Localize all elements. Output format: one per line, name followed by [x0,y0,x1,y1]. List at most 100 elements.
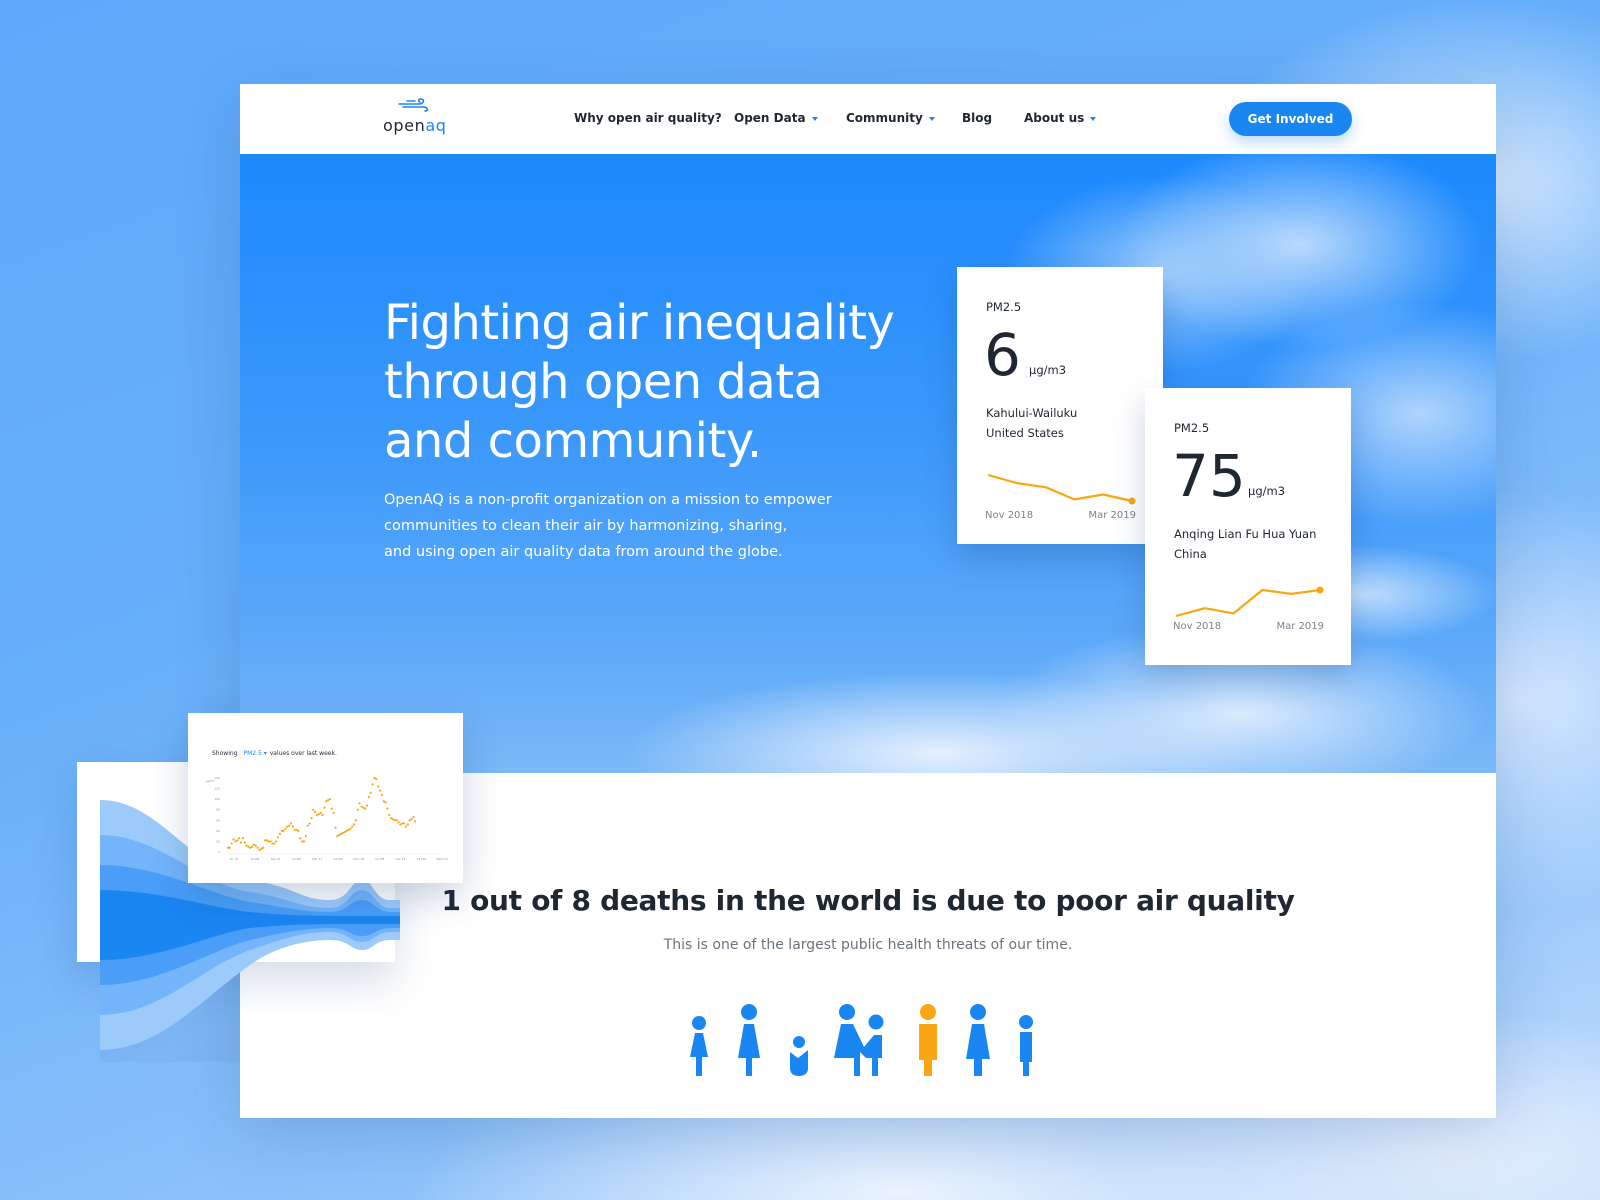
data-point [319,811,322,814]
x-axis-end: Mar 2019 [1088,510,1137,521]
logo-text: openaq [383,116,447,135]
nav-community[interactable]: Community [846,111,935,125]
data-point [395,819,398,822]
x-tick-label: Wed 20 [436,857,447,861]
data-point [365,804,369,807]
data-point [239,841,243,844]
caret-down-icon [811,116,818,121]
data-point [252,843,256,846]
trend-line [1175,588,1321,618]
data-point [254,844,257,847]
data-point [245,844,248,847]
data-point [332,811,335,814]
y-tick-label: 0 [218,850,220,854]
x-tick-label: 12 PM [292,857,302,861]
data-point [367,795,370,799]
measurement-unit: µg/m3 [1029,363,1067,377]
data-point [341,831,345,835]
data-point [275,840,278,843]
data-point [343,830,346,834]
nav-blog[interactable]: Blog [962,111,992,125]
data-point [339,832,343,836]
get-involved-button[interactable]: Get Involved [1229,102,1352,136]
chart-caption: Showing PM2.5 ▾ values over last week. [212,750,337,757]
data-point [328,798,332,801]
x-axis-end: Mar 2019 [1276,621,1325,632]
data-point [299,837,302,840]
hero-section: Fighting air inequality through open dat… [240,154,1496,773]
data-point [384,801,387,804]
location-card[interactable]: PM2.5 75 µg/m3 Anqing Lian Fu Hua Yuan C… [1145,388,1351,665]
data-point [289,822,293,825]
caret-down-icon [1090,116,1097,121]
location-name: Anqing Lian Fu Hua Yuan China [1174,527,1317,561]
data-point [232,838,235,841]
data-point [351,825,354,828]
person-woman-small-icon [690,1016,708,1076]
data-point [380,793,383,797]
page-frame: openaq Why open air quality? Open Data C… [240,84,1496,1118]
parameter-select[interactable]: PM2.5 ▾ [243,750,266,757]
data-point [397,821,400,824]
data-point [369,791,372,794]
data-point [297,829,300,832]
data-point [404,825,408,828]
x-axis-start: Nov 2018 [1173,621,1222,632]
data-point [352,823,356,826]
data-point [338,833,341,837]
wind-icon [398,98,429,112]
data-point [306,824,309,827]
parameter-label: PM2.5 [986,300,1022,314]
data-point [278,832,281,836]
weekly-chart-card: Showing PM2.5 ▾ values over last week. µg/… [188,713,463,883]
site-header: openaq Why open air quality? Open Data C… [240,84,1496,154]
measurement-value: 75 [1172,442,1246,510]
data-point [302,840,306,843]
data-point [273,842,276,845]
x-tick-label: Mon 18 [353,857,364,861]
nav-open-data[interactable]: Open Data [734,111,818,125]
data-point [308,822,311,825]
data-point [234,840,237,843]
data-point [286,825,289,828]
people-illustration [690,1004,1033,1076]
data-point [284,827,287,830]
data-point [317,812,320,816]
data-point [410,818,413,821]
trend-endpoint [1316,586,1324,594]
data-point [356,808,359,811]
x-tick-label: Mar 17 [312,857,323,861]
y-tick-label: 40 [216,829,220,833]
stat-subtitle: This is one of the largest public health… [663,937,1073,953]
y-tick-label: 140 [214,776,220,780]
data-point [378,789,382,792]
data-point [314,810,317,813]
person-woman-icon [738,1004,760,1076]
data-point [354,819,357,822]
data-point [388,813,391,817]
trend-line [987,473,1133,503]
logo[interactable]: openaq [383,98,453,138]
data-point [250,845,254,848]
data-point [312,808,315,811]
nav-about-us[interactable]: About us [1024,111,1097,125]
data-point [414,820,417,823]
data-point [377,785,380,788]
data-point [249,846,252,849]
measurement-unit: µg/m3 [1248,484,1286,498]
data-point [276,836,280,839]
trend-endpoint [1128,497,1136,505]
nav-why-open-air-quality[interactable]: Why open air quality? [574,111,722,125]
data-point [256,846,259,849]
x-tick-label: 12 PM [250,857,260,861]
x-tick-label: Tue 19 [394,857,405,861]
hero-title: Fighting air inequality through open dat… [384,295,895,469]
data-point [262,846,265,849]
trend-sparkline [987,473,1136,505]
y-tick-label: 100 [214,797,220,801]
data-point [386,807,389,810]
data-point [390,817,393,820]
location-card[interactable]: PM2.5 6 µg/m3 Kahului-Wailuku United Sta… [957,267,1163,544]
data-point [358,802,361,805]
y-tick-label: 120 [214,787,220,791]
